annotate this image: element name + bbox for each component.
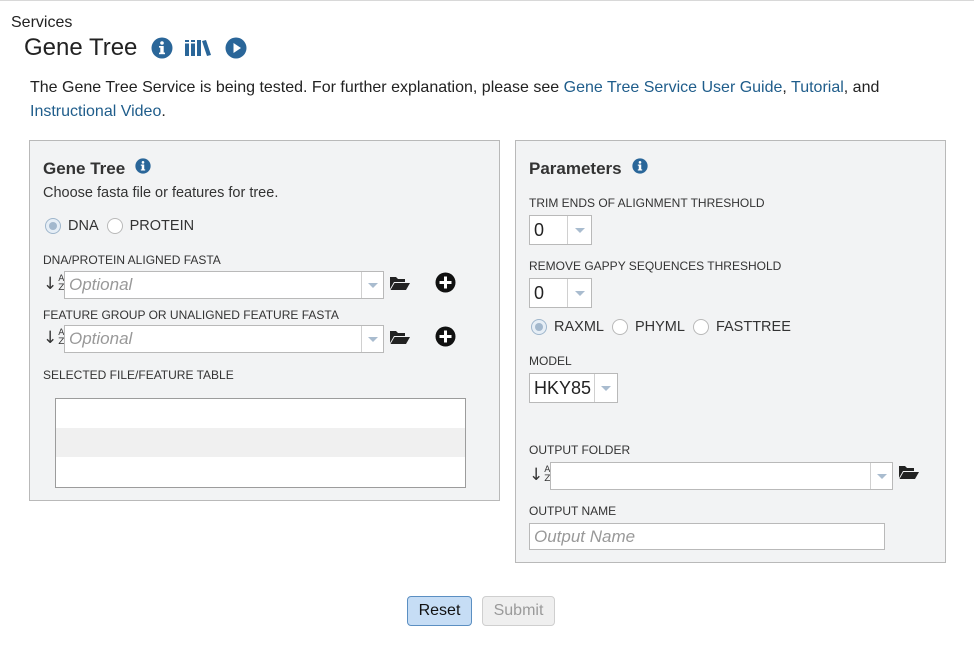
chevron-down-icon[interactable] bbox=[567, 216, 591, 244]
info-icon[interactable] bbox=[151, 37, 173, 59]
gappy-threshold-value: 0 bbox=[534, 282, 545, 303]
aligned-fasta-select[interactable]: Optional bbox=[64, 271, 384, 299]
fasttree-radio[interactable] bbox=[692, 319, 709, 335]
intro-text: The Gene Tree Service is being tested. F… bbox=[30, 76, 930, 124]
gappy-threshold-label: REMOVE GAPPY SEQUENCES THRESHOLD bbox=[529, 259, 782, 273]
play-icon[interactable] bbox=[225, 37, 247, 59]
gene-tree-panel-title: Gene Tree bbox=[43, 158, 151, 179]
gappy-threshold-select[interactable]: 0 bbox=[529, 278, 592, 308]
chevron-down-icon[interactable] bbox=[870, 463, 892, 489]
add-icon[interactable] bbox=[435, 326, 456, 352]
phyml-radio[interactable] bbox=[611, 319, 628, 335]
model-value: HKY85 bbox=[534, 377, 592, 398]
output-name-label: OUTPUT NAME bbox=[529, 504, 617, 518]
breadcrumb[interactable]: Services bbox=[11, 14, 72, 32]
trim-threshold-label: TRIM ENDS OF ALIGNMENT THRESHOLD bbox=[529, 196, 765, 210]
fasttree-radio-label[interactable]: FASTTREE bbox=[716, 319, 791, 335]
dna-radio-label[interactable]: DNA bbox=[68, 218, 99, 234]
parameters-panel: Parameters TRIM ENDS OF ALIGNMENT THRESH… bbox=[515, 140, 946, 563]
table-row[interactable] bbox=[56, 457, 465, 486]
panel-title-text: Gene Tree bbox=[43, 158, 126, 178]
output-folder-select[interactable] bbox=[550, 462, 893, 490]
folder-open-icon[interactable] bbox=[898, 464, 919, 485]
folder-open-icon[interactable] bbox=[389, 329, 410, 350]
selected-file-feature-table[interactable] bbox=[55, 398, 466, 488]
gene-tree-panel: Gene Tree Choose fasta file or features … bbox=[29, 140, 500, 501]
gene-tree-subtitle: Choose fasta file or features for tree. bbox=[43, 185, 279, 201]
raxml-radio[interactable] bbox=[531, 319, 547, 335]
intro-text-part: . bbox=[161, 103, 166, 120]
model-select[interactable]: HKY85 bbox=[529, 373, 618, 403]
dna-radio[interactable] bbox=[45, 218, 61, 234]
protein-radio-label[interactable]: PROTEIN bbox=[130, 218, 194, 234]
add-icon[interactable] bbox=[435, 272, 456, 298]
output-name-input[interactable]: Output Name bbox=[529, 523, 885, 550]
info-icon[interactable] bbox=[135, 158, 151, 179]
program-radios: RAXML PHYML FASTTREE bbox=[531, 319, 799, 335]
chevron-down-icon[interactable] bbox=[567, 279, 591, 307]
sort-az-icon[interactable]: ↓ A Z bbox=[529, 466, 550, 484]
feature-group-label: FEATURE GROUP OR UNALIGNED FEATURE FASTA bbox=[43, 308, 339, 322]
chevron-down-icon[interactable] bbox=[361, 272, 383, 298]
folder-open-icon[interactable] bbox=[389, 275, 410, 296]
model-label: MODEL bbox=[529, 354, 572, 368]
sort-az-icon[interactable]: ↓ A Z bbox=[43, 275, 64, 293]
page-title: Gene Tree bbox=[24, 34, 138, 61]
sequence-type-radios: DNA PROTEIN bbox=[45, 218, 202, 234]
aligned-fasta-label: DNA/PROTEIN ALIGNED FASTA bbox=[43, 253, 221, 267]
raxml-radio-label[interactable]: RAXML bbox=[554, 319, 604, 335]
trim-threshold-select[interactable]: 0 bbox=[529, 215, 592, 245]
intro-sep: , and bbox=[843, 79, 880, 96]
output-folder-label: OUTPUT FOLDER bbox=[529, 443, 631, 457]
aligned-fasta-placeholder: Optional bbox=[69, 275, 133, 294]
instructional-video-link[interactable]: Instructional Video bbox=[30, 103, 161, 120]
library-icon[interactable] bbox=[184, 37, 212, 59]
chevron-down-icon[interactable] bbox=[594, 374, 617, 402]
table-row[interactable] bbox=[56, 428, 465, 457]
phyml-radio-label[interactable]: PHYML bbox=[635, 319, 685, 335]
submit-button[interactable]: Submit bbox=[482, 596, 555, 626]
protein-radio[interactable] bbox=[106, 218, 123, 234]
parameters-panel-title: Parameters bbox=[529, 158, 648, 179]
info-icon[interactable] bbox=[631, 158, 648, 179]
panel-title-text: Parameters bbox=[529, 158, 622, 178]
intro-text-part: The Gene Tree Service is being tested. F… bbox=[30, 79, 564, 96]
sort-az-icon[interactable]: ↓ A Z bbox=[43, 329, 64, 347]
intro-sep: , bbox=[782, 79, 792, 96]
table-row[interactable] bbox=[56, 399, 465, 428]
selected-table-label: SELECTED FILE/FEATURE TABLE bbox=[43, 368, 234, 382]
title-icons bbox=[151, 37, 247, 59]
user-guide-link[interactable]: Gene Tree Service User Guide bbox=[564, 79, 783, 96]
chevron-down-icon[interactable] bbox=[361, 326, 383, 352]
reset-button[interactable]: Reset bbox=[407, 596, 472, 626]
feature-group-select[interactable]: Optional bbox=[64, 325, 384, 353]
tutorial-link[interactable]: Tutorial bbox=[791, 79, 844, 96]
trim-threshold-value: 0 bbox=[534, 219, 545, 240]
feature-group-placeholder: Optional bbox=[69, 329, 133, 348]
